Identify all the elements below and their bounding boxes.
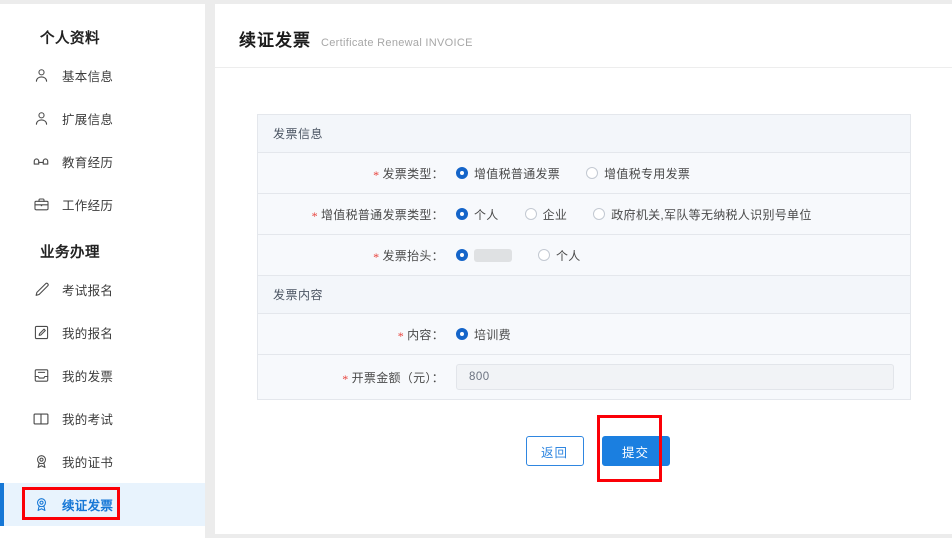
sidebar-item-education[interactable]: 教育经历 [0,140,205,183]
main-content: 续证发票 Certificate Renewal INVOICE 发票信息 * 发… [215,4,952,534]
form-actions: 返回 提交 [257,436,928,466]
sidebar-item-basic-info[interactable]: 基本信息 [0,54,205,97]
medal-icon [32,496,50,514]
required-marker: * [373,167,380,182]
field-row-general-invoice-type: * 增值税普通发票类型： 个人 企业 政府机关,军队等无纳税人识别号单位 [258,194,910,235]
sidebar-item-label: 扩展信息 [62,113,114,127]
radio-dot-icon [456,328,468,340]
field-label-invoice-title: * 发票抬头： [373,248,444,264]
redacted-value [474,248,512,262]
radio-dot-icon [456,249,468,261]
radio-invoice-title-individual[interactable]: 个人 [538,247,581,264]
field-row-amount: * 开票金额（元）： 800 [258,355,910,400]
radio-group-general-invoice-type: 个人 企业 政府机关,军队等无纳税人识别号单位 [456,206,910,223]
field-row-invoice-title: * 发票抬头： 个人 [258,235,910,276]
radio-group-content: 培训费 [456,326,910,343]
radio-invoice-title-redacted[interactable] [456,248,512,262]
sidebar-item-label: 我的证书 [62,456,114,470]
pencil-icon [32,281,50,299]
briefcase-icon [32,196,50,214]
sidebar-item-label: 基本信息 [62,70,114,84]
section-header-invoice-content: 发票内容 [258,276,910,314]
radio-dot-icon [593,208,606,220]
radio-dot-icon [538,249,550,261]
radio-dot-icon [456,208,468,220]
sidebar-item-label: 考试报名 [62,284,114,298]
field-label-amount: * 开票金额（元）： [342,370,444,386]
sidebar-item-label: 我的报名 [62,327,114,341]
page-title: 续证发票 [239,31,311,50]
medal-icon [32,453,50,471]
amount-control: 800 [456,364,910,390]
radio-invoice-type-special[interactable]: 增值税专用发票 [586,165,690,182]
submit-button[interactable]: 提交 [601,436,670,466]
user-icon [32,110,50,128]
radio-dot-icon [456,167,468,179]
radio-dot-icon [524,208,537,220]
page-header: 续证发票 Certificate Renewal INVOICE [215,4,952,51]
sidebar-item-work-experience[interactable]: 工作经历 [0,183,205,226]
form-edit-icon [32,324,50,342]
book-icon [32,410,50,428]
sidebar-item-my-registration[interactable]: 我的报名 [0,311,205,354]
section-header-invoice-info: 发票信息 [258,115,910,153]
invoice-form-table: 发票信息 * 发票类型： 增值税普通发票 增值税专用发票 * 增值税普通发票类型… [257,114,911,400]
form-container: 发票信息 * 发票类型： 增值税普通发票 增值税专用发票 * 增值税普通发票类型… [215,68,952,466]
required-marker: * [397,328,405,343]
amount-input[interactable]: 800 [456,364,894,390]
back-button[interactable]: 返回 [525,436,584,466]
radio-invoice-type-general[interactable]: 增值税普通发票 [456,165,560,182]
inbox-icon [32,367,50,385]
sidebar-item-my-exam[interactable]: 我的考试 [0,397,205,440]
sidebar-item-exam-registration[interactable]: 考试报名 [0,268,205,311]
required-marker: * [373,249,380,264]
sidebar-item-label: 续证发票 [62,499,114,513]
sidebar-item-renewal-invoice[interactable]: 续证发票 [0,483,205,526]
field-row-invoice-type: * 发票类型： 增值税普通发票 增值税专用发票 [258,153,910,194]
sidebar-item-label: 工作经历 [62,199,114,213]
sidebar-item-label: 教育经历 [62,156,114,170]
field-label-invoice-type: * 发票类型： [373,166,444,182]
graduation-cap-icon [32,153,50,171]
sidebar-item-my-certificate[interactable]: 我的证书 [0,440,205,483]
field-label-general-invoice-type: * 增值税普通发票类型： [311,207,444,223]
sidebar-group-title-business: 业务办理 [40,245,100,261]
sidebar-item-extended-info[interactable]: 扩展信息 [0,97,205,140]
sidebar: 个人资料 基本信息 扩展信息 教育经历 工作经历 业务办理 考试报名 我的报名 … [0,4,205,538]
user-icon [32,67,50,85]
page-subtitle: Certificate Renewal INVOICE [321,37,473,49]
app-root: 个人资料 基本信息 扩展信息 教育经历 工作经历 业务办理 考试报名 我的报名 … [0,0,952,538]
radio-content-training-fee[interactable]: 培训费 [456,326,511,343]
field-row-content: * 内容： 培训费 [258,314,910,355]
radio-dot-icon [586,167,599,179]
sidebar-group-title-personal: 个人资料 [40,31,100,47]
sidebar-item-label: 我的考试 [62,413,114,427]
sidebar-item-label: 我的发票 [62,370,114,384]
sidebar-item-my-invoice[interactable]: 我的发票 [0,354,205,397]
radio-group-invoice-type: 增值税普通发票 增值税专用发票 [456,165,910,182]
radio-general-type-enterprise[interactable]: 企业 [524,206,568,223]
radio-general-type-government[interactable]: 政府机关,军队等无纳税人识别号单位 [593,206,811,223]
radio-group-invoice-title: 个人 [456,247,910,264]
required-marker: * [311,208,318,223]
top-gap-strip [0,0,952,4]
required-marker: * [342,371,349,386]
radio-general-type-individual[interactable]: 个人 [456,206,499,223]
field-label-content: * 内容： [397,327,444,343]
